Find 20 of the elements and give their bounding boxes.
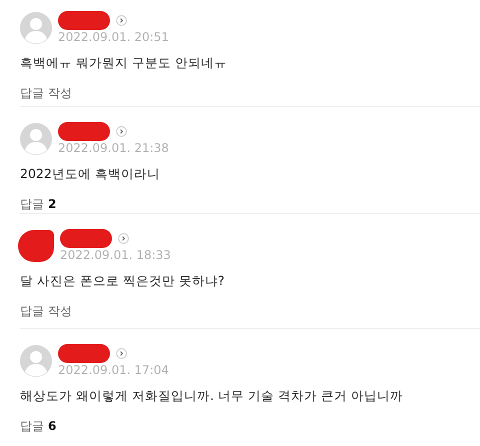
redaction-mark (58, 10, 110, 30)
comment-date: 2022.09.01. 17:04 (58, 363, 169, 377)
comment-date: 2022.09.01. 21:38 (58, 141, 169, 155)
chevron-right-icon[interactable] (116, 126, 127, 136)
comment-text: 해상도가 왜이렇게 저화질입니까. 너무 기술 격차가 큰거 아닙니까 (20, 388, 404, 405)
redaction-mark (60, 228, 112, 248)
chevron-right-icon[interactable] (118, 232, 129, 244)
reply-link[interactable]: 답글 6 (20, 418, 56, 435)
chevron-right-icon[interactable] (116, 348, 127, 358)
reply-link[interactable]: 답글 작성 (20, 303, 72, 320)
redaction-mark (58, 122, 110, 140)
comment-text: 2022년도에 흑백이라니 (20, 166, 161, 183)
comment-date: 2022.09.01. 18:33 (60, 248, 171, 262)
reply-link[interactable]: 답글 작성 (20, 85, 72, 102)
redaction-mark (58, 344, 110, 362)
chevron-right-icon[interactable] (116, 14, 127, 26)
comment-text: 흑백에ㅠ 뭐가뭔지 구분도 안되네ㅠ (20, 55, 228, 72)
reply-link[interactable]: 답글 2 (20, 196, 56, 213)
comment-date: 2022.09.01. 20:51 (58, 30, 169, 44)
comment-text: 달 사진은 폰으로 찍은것만 못하냐? (20, 273, 226, 290)
